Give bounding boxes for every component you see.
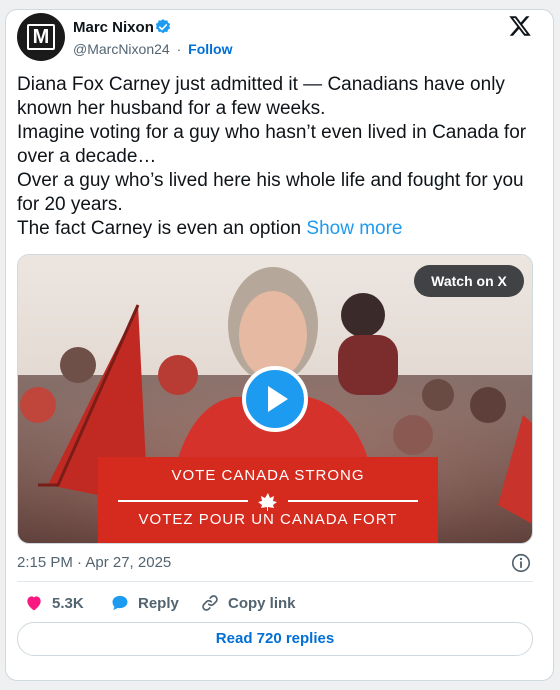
like-count: 5.3K: [52, 594, 84, 612]
read-replies-button[interactable]: Read 720 replies: [17, 622, 533, 656]
timestamp[interactable]: 2:15 PM · Apr 27, 2025: [17, 554, 171, 571]
x-logo-icon[interactable]: [508, 14, 532, 38]
heart-icon: [27, 596, 41, 611]
copy-link-label: Copy link: [228, 594, 296, 612]
verified-badge-icon: [155, 19, 171, 34]
avatar-letter: M: [32, 26, 50, 48]
author-handle[interactable]: @MarcNixon24: [73, 41, 170, 57]
tweet-text-line: Imagine voting for a guy who hasn’t even…: [17, 122, 527, 167]
copy-link-button[interactable]: Copy link: [200, 593, 296, 613]
sign-line-2: VOTEZ POUR UN CANADA FORT: [138, 511, 398, 528]
play-icon: [268, 386, 288, 412]
info-icon[interactable]: [510, 552, 532, 574]
tweet-text: Diana Fox Carney just admitted it — Cana…: [17, 73, 532, 241]
like-button[interactable]: 5.3K: [24, 593, 84, 613]
reply-bubble-icon: [112, 595, 128, 611]
reply-label: Reply: [138, 594, 179, 612]
tweet-text-line: Over a guy who’s lived here his whole li…: [17, 170, 524, 215]
avatar[interactable]: M: [17, 13, 65, 61]
watch-on-x-button[interactable]: Watch on X: [414, 265, 524, 297]
separator: ·: [176, 41, 182, 57]
sign-line-1: VOTE CANADA STRONG: [171, 467, 365, 484]
author-name[interactable]: Marc Nixon: [73, 19, 154, 36]
show-more-link[interactable]: Show more: [306, 218, 402, 239]
follow-link[interactable]: Follow: [188, 41, 232, 57]
reply-button[interactable]: Reply: [110, 593, 179, 613]
divider: [17, 581, 533, 582]
tweet-text-line: The fact Carney is even an option Show m…: [17, 217, 532, 241]
tweet-text-line: Diana Fox Carney just admitted it — Cana…: [17, 74, 505, 119]
play-button[interactable]: [242, 366, 308, 432]
link-icon: [202, 595, 218, 611]
handle-row: @MarcNixon24 · Follow: [73, 41, 232, 57]
tweet-text-last: The fact Carney is even an option: [17, 218, 302, 239]
